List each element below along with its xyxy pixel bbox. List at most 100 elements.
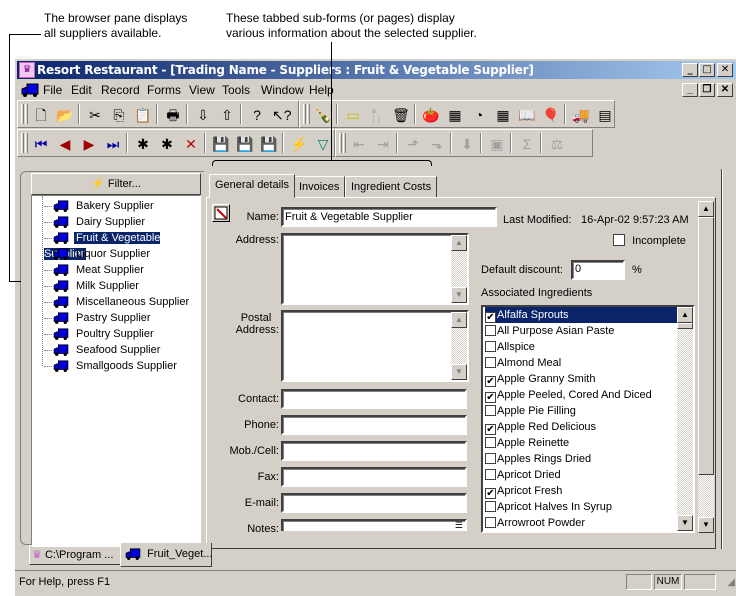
cutlery-icon[interactable]: 🍴 [368,106,386,124]
ingredient-item[interactable]: ✔ Apple Red Delicious [485,419,678,435]
balloons-icon[interactable]: 🎈 [542,106,560,124]
fax-field[interactable] [281,467,467,487]
measure-icon[interactable]: 🗑 [392,106,410,124]
open-icon[interactable]: 📂 [56,106,74,124]
ingredient-checkbox[interactable] [485,437,496,448]
ingredient-checkbox[interactable] [485,469,496,480]
link-right-icon[interactable]: ⇥ [374,135,392,153]
balance-icon[interactable]: ⚖ [548,135,566,153]
menu-forms[interactable]: Forms [147,83,181,97]
import-icon[interactable]: ⬇ [458,135,476,153]
ingredient-item[interactable]: Apples Rings Dried [485,451,678,467]
ingredient-table-icon[interactable]: ▦ [446,106,464,124]
supplier-tree-item[interactable]: Smallgoods Supplier [44,358,179,374]
book-icon[interactable]: 📖 [518,106,536,124]
export-down-icon[interactable]: ⬎ [428,135,446,153]
toolbar-grip[interactable] [21,104,24,124]
link-left-icon[interactable]: ⇤ [350,135,368,153]
window-tab-fruit-veget[interactable]: Fruit_Veget... [120,543,213,567]
ingredient-item[interactable]: Almond Meal [485,355,678,371]
menu-tools[interactable]: Tools [222,83,250,97]
address-scrollbar[interactable]: ▲ ▼ [451,235,467,303]
ingredient-checkbox[interactable]: ✔ [485,392,496,403]
mobile-field[interactable] [281,441,467,461]
minimize-button[interactable]: _ [682,63,698,77]
scroll-up-button[interactable]: ▲ [451,235,467,251]
paste-icon[interactable]: 📋 [134,106,152,124]
ingredient-item[interactable]: Apricot Dried [485,467,678,483]
layout-icon[interactable]: ▣ [488,135,506,153]
cut-icon[interactable]: ✂ [86,106,104,124]
ingredient-checkbox[interactable]: ✔ [485,312,496,323]
ingredient-item[interactable]: Apricot Halves In Syrup [485,499,678,515]
toolbar-grip[interactable] [25,133,28,153]
duplicate-record-icon[interactable]: ✱ [158,135,176,153]
supplier-tree-item[interactable]: Dairy Supplier [44,214,147,230]
ingredients-scrollbar[interactable]: ▲ ▼ [677,307,693,531]
ingredient-checkbox[interactable] [485,357,496,368]
report-icon[interactable]: ▤ [596,106,614,124]
scroll-down-button[interactable]: ▼ [677,515,693,531]
supplier-tree-item[interactable]: Pastry Supplier [44,310,153,326]
ingredient-item[interactable]: Apple Pie Filling [485,403,678,419]
supplier-tree-item[interactable]: Seafood Supplier [44,342,162,358]
cost-icon[interactable]: ◔ [470,106,488,124]
supplier-tree-item[interactable]: Bakery Supplier [44,198,156,214]
delete-record-icon[interactable]: ✕ [182,135,200,153]
close-button[interactable]: ✕ [717,63,733,77]
save-copy-icon[interactable]: 💾 [260,135,278,153]
notes-field[interactable]: ☰ [281,519,467,531]
ingredient-item[interactable]: ✔ Apricot Fresh [485,483,678,499]
supplier-tree-item[interactable]: Liquor Supplier [44,246,152,262]
toolbar-grip[interactable] [343,133,346,153]
move-down-icon[interactable]: ⇩ [194,106,212,124]
help-icon[interactable]: ? [248,106,266,124]
menu-items-icon[interactable]: ▭ [344,106,362,124]
tab-ingredient-costs[interactable]: Ingredient Costs [345,176,438,198]
ingredient-icon[interactable]: 🍅 [422,106,440,124]
scroll-up-button[interactable]: ▲ [677,307,693,323]
prev-record-icon[interactable]: ◀ [56,135,74,153]
next-record-icon[interactable]: ▶ [80,135,98,153]
supplier-tree-item[interactable]: Miscellaneous Supplier [44,294,191,310]
postal-address-field[interactable]: ▲ ▼ [281,310,469,382]
supplier-tree-item[interactable]: Poultry Supplier [44,326,156,342]
scroll-thumb[interactable] [677,323,693,329]
last-record-icon[interactable]: ⏭ [104,135,122,153]
ingredient-item[interactable]: All Purpose Asian Paste [485,323,678,339]
scroll-down-button[interactable]: ▼ [451,287,467,303]
toolbar-grip[interactable] [21,133,24,153]
ingredient-item[interactable]: ✔ Alfalfa Sprouts [485,307,678,323]
ingredient-checkbox[interactable]: ✔ [485,424,496,435]
tab-general-details[interactable]: General details [209,174,295,198]
menu-window[interactable]: Window [261,83,304,97]
ingredient-item[interactable]: ✔ Apple Peeled, Cored And Diced [485,387,678,403]
copy-icon[interactable]: ⎘ [110,106,128,124]
discount-field[interactable]: 0 [571,260,625,280]
window-tab-program[interactable]: ♛ C:\Program ... [29,545,123,565]
expand-icon[interactable]: ☰ [455,521,463,530]
ingredient-checkbox[interactable] [485,453,496,464]
save-icon[interactable]: 💾 [212,135,230,153]
menu-view[interactable]: View [189,83,215,97]
toolbar-grip[interactable] [307,104,310,124]
scroll-up-button[interactable]: ▲ [698,201,714,217]
page-scrollbar[interactable]: ▲ ▼ [698,201,714,533]
ingredient-checkbox[interactable] [485,325,496,336]
checkbox[interactable] [613,234,625,246]
ingredient-checkbox[interactable] [485,341,496,352]
ingredient-checkbox[interactable] [485,517,496,528]
scroll-up-button[interactable]: ▲ [451,312,467,328]
supplier-tree-item[interactable]: Milk Supplier [44,278,141,294]
scroll-down-button[interactable]: ▼ [698,517,714,533]
menu-file[interactable]: File [43,83,62,97]
mdi-minimize-button[interactable]: _ [682,83,698,97]
email-field[interactable] [281,493,467,513]
ingredient-item[interactable]: Allspice [485,339,678,355]
supplier-tree-item[interactable]: Fruit & Vegetable Supplier [42,230,200,261]
ingredients-list[interactable]: Arrowroot Powder Apricot Halves In Syrup ✔… [481,305,695,533]
filter-button[interactable]: ⚡ Filter... [31,173,201,195]
export-up-icon[interactable]: ⬏ [404,135,422,153]
scroll-down-button[interactable]: ▼ [451,364,467,380]
first-record-icon[interactable]: ⏮ [32,135,50,153]
